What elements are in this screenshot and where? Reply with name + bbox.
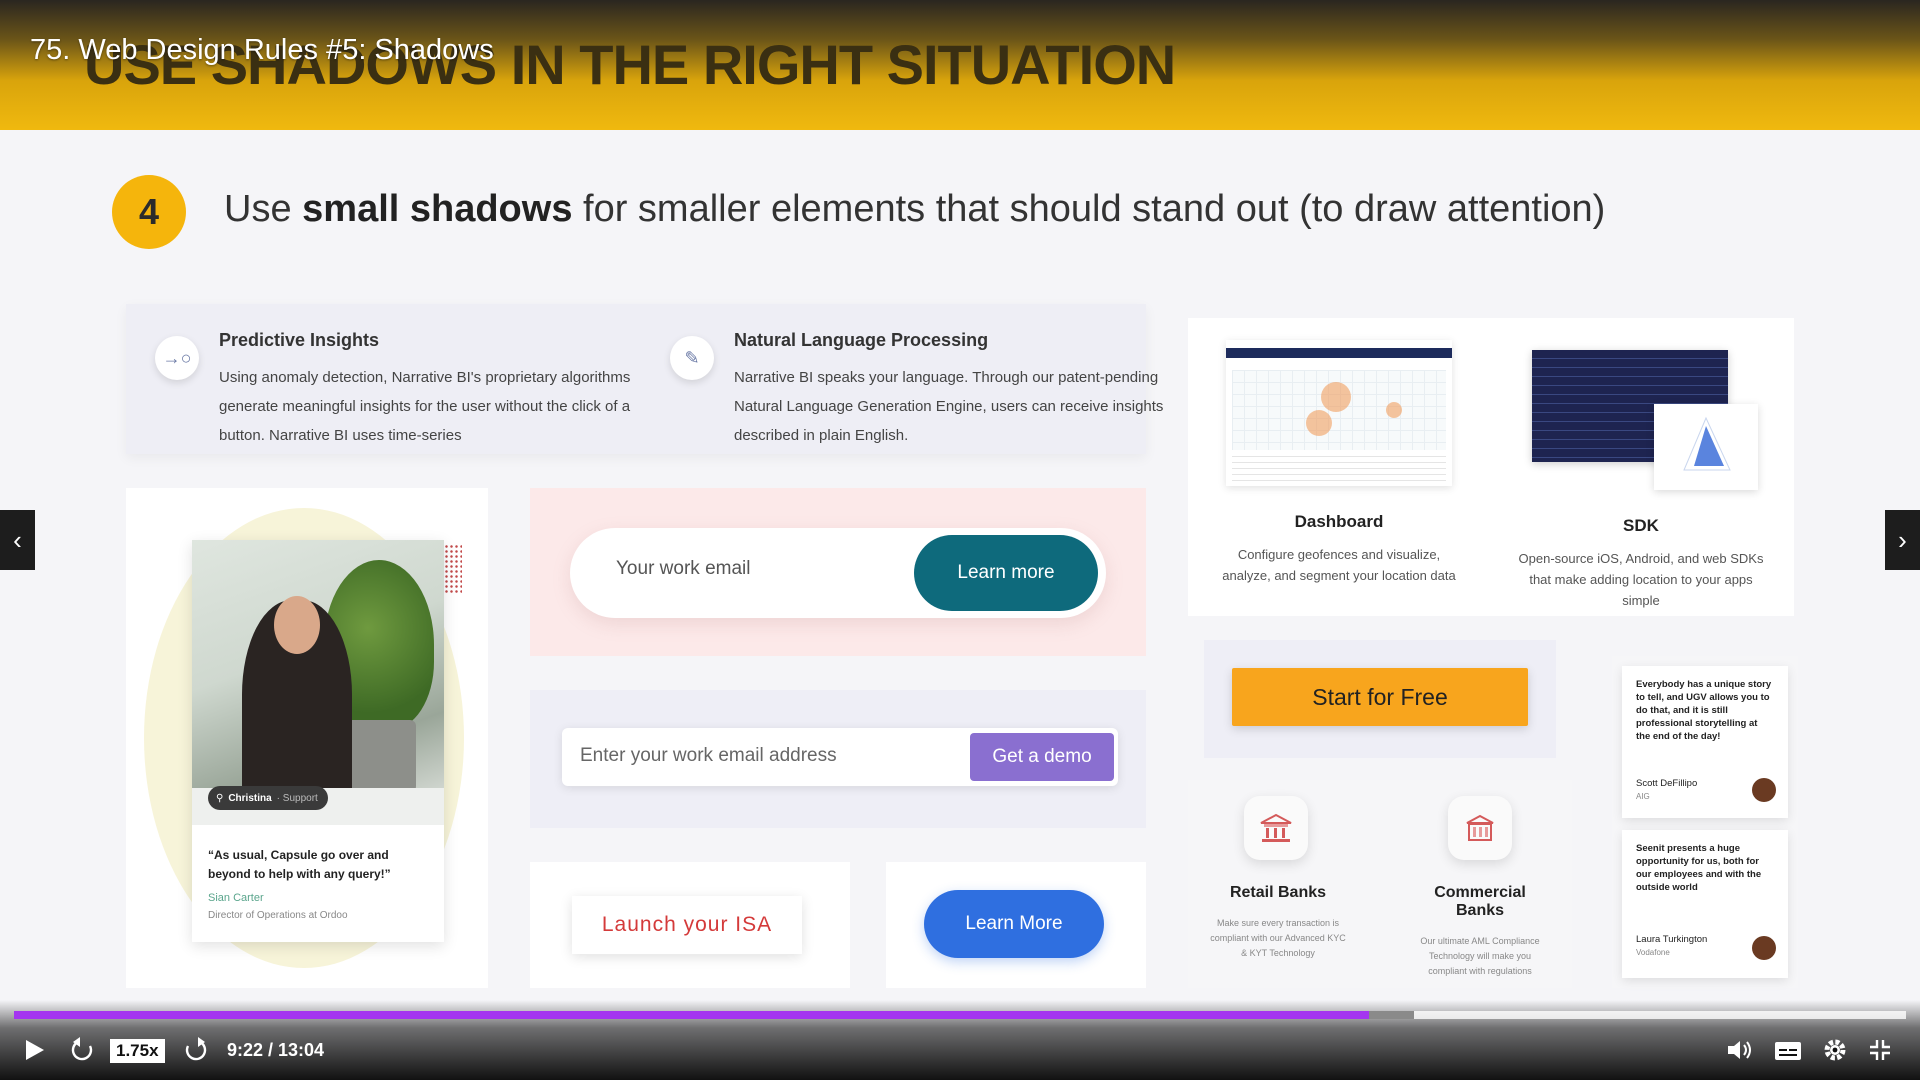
progress-fill: [14, 1011, 1369, 1019]
pencil-icon: ✎: [670, 336, 714, 380]
radar-products-card: Dashboard Configure geofences and visual…: [1188, 318, 1794, 616]
time-display: 9:22 / 13:04: [227, 1040, 325, 1060]
sdk-title: SDK: [1623, 516, 1659, 535]
previous-lecture-button[interactable]: ‹: [0, 510, 35, 570]
review-text: Seenit presents a huge opportunity for u…: [1636, 843, 1762, 893]
forward-button[interactable]: [182, 1036, 208, 1069]
demo-email-input[interactable]: Enter your work email address: [580, 745, 837, 767]
review-company: AIG: [1636, 792, 1650, 801]
progress-bar[interactable]: [14, 1011, 1906, 1019]
decorative-dots: [444, 544, 462, 594]
testimonial-photo-card: ⚲ Christina · Support “As usual, Capsule…: [192, 540, 444, 942]
chevron-left-icon: ‹: [13, 524, 22, 555]
volume-button[interactable]: [1726, 1038, 1754, 1067]
bank-desc: Our ultimate AML Compliance Technology w…: [1420, 936, 1540, 976]
review-name: Scott DeFillipo: [1636, 778, 1698, 789]
arrow-right-circle-icon: →○: [155, 336, 199, 380]
testimonial-author: Sian Carter: [208, 892, 264, 904]
rewind-icon: [71, 1037, 93, 1061]
chevron-right-icon: ›: [1898, 524, 1907, 555]
captions-icon: [1775, 1042, 1801, 1060]
start-for-free-button[interactable]: Start for Free: [1232, 668, 1528, 726]
testimonial-card: ⚲ Christina · Support “As usual, Capsule…: [126, 488, 488, 988]
insights-card: →○ Predictive Insights Using anomaly det…: [126, 304, 1163, 454]
settings-button[interactable]: [1822, 1037, 1848, 1068]
isa-example: Launch your ISA: [530, 862, 850, 988]
learn-more-blue-button[interactable]: Learn More: [924, 890, 1104, 958]
feature-body: Using anomaly detection, Narrative BI's …: [219, 369, 631, 444]
name-pill: ⚲ Christina · Support: [208, 786, 328, 810]
testimonial-photo: ⚲ Christina · Support: [192, 540, 444, 825]
exit-fullscreen-button[interactable]: [1868, 1038, 1892, 1067]
work-email-input[interactable]: Your work email: [616, 558, 750, 580]
video-title: 75. Web Design Rules #5: Shadows: [30, 34, 494, 66]
dashboard-title: Dashboard: [1294, 512, 1384, 531]
video-player[interactable]: USE SHADOWS IN THE RIGHT SITUATION 75. W…: [0, 0, 1920, 1080]
learn-more-button[interactable]: Learn more: [914, 535, 1098, 611]
feature-title: Predictive Insights: [219, 330, 380, 350]
dashboard-desc: Configure geofences and visualize, analy…: [1222, 547, 1456, 583]
avatar: [1752, 778, 1776, 802]
bank-title: Commercial Banks: [1434, 884, 1526, 919]
step-number-badge: 4: [112, 175, 186, 249]
dashboard-screenshot: [1226, 340, 1452, 486]
demo-form: Enter your work email address Get a demo: [562, 728, 1118, 786]
demo-signup-example: Enter your work email address Get a demo: [530, 690, 1146, 828]
play-button[interactable]: [24, 1038, 46, 1067]
playback-speed-button[interactable]: 1.75x: [110, 1039, 165, 1063]
play-icon: [26, 1040, 44, 1060]
feature-predictive-insights: →○ Predictive Insights Using anomaly det…: [155, 330, 659, 450]
volume-icon: [1728, 1041, 1751, 1059]
next-lecture-button[interactable]: ›: [1885, 510, 1920, 570]
email-signup-example: Your work email Learn more: [530, 488, 1146, 656]
review-name: Laura Turkington: [1636, 934, 1708, 945]
avatar: [1752, 936, 1776, 960]
launch-isa-button[interactable]: Launch your ISA: [572, 896, 802, 954]
feature-title: Natural Language Processing: [734, 330, 989, 350]
bank-icon: [1244, 796, 1308, 860]
get-demo-button[interactable]: Get a demo: [970, 733, 1114, 781]
review-text: Everybody has a unique story to tell, an…: [1636, 679, 1772, 742]
rewind-button[interactable]: [70, 1036, 96, 1069]
gear-icon: [1824, 1039, 1846, 1061]
user-icon: ⚲: [216, 792, 224, 804]
step-text: Use small shadows for smaller elements t…: [224, 188, 1606, 230]
review-card: Everybody has a unique story to tell, an…: [1622, 666, 1788, 818]
review-company: Vodafone: [1636, 948, 1670, 957]
exit-fullscreen-icon: [1870, 1040, 1890, 1060]
sdk-desc: Open-source iOS, Android, and web SDKs t…: [1518, 551, 1764, 608]
slide-banner: USE SHADOWS IN THE RIGHT SITUATION 75. W…: [0, 0, 1920, 130]
start-free-example: Start for Free: [1204, 640, 1556, 758]
bank-desc: Make sure every transaction is compliant…: [1210, 918, 1346, 958]
testimonial-quote: “As usual, Capsule go over and beyond to…: [208, 848, 391, 881]
reviews-card: Everybody has a unique story to tell, an…: [1612, 656, 1798, 988]
radar-chart-screenshot: [1654, 404, 1758, 490]
email-pill-form: Your work email Learn more: [570, 528, 1106, 618]
banks-card: Retail Banks Make sure every transaction…: [1188, 780, 1572, 988]
building-icon: [1448, 796, 1512, 860]
review-card: Seenit presents a huge opportunity for u…: [1622, 830, 1788, 978]
captions-button[interactable]: [1774, 1040, 1802, 1067]
learn-more-example: Learn More: [886, 862, 1146, 988]
feature-nlp: ✎ Natural Language Processing Narrative …: [670, 330, 1174, 450]
testimonial-role: Director of Operations at Ordoo: [208, 910, 348, 921]
forward-icon: [185, 1037, 207, 1061]
bank-title: Retail Banks: [1229, 884, 1327, 901]
feature-body: Narrative BI speaks your language. Throu…: [734, 369, 1164, 444]
